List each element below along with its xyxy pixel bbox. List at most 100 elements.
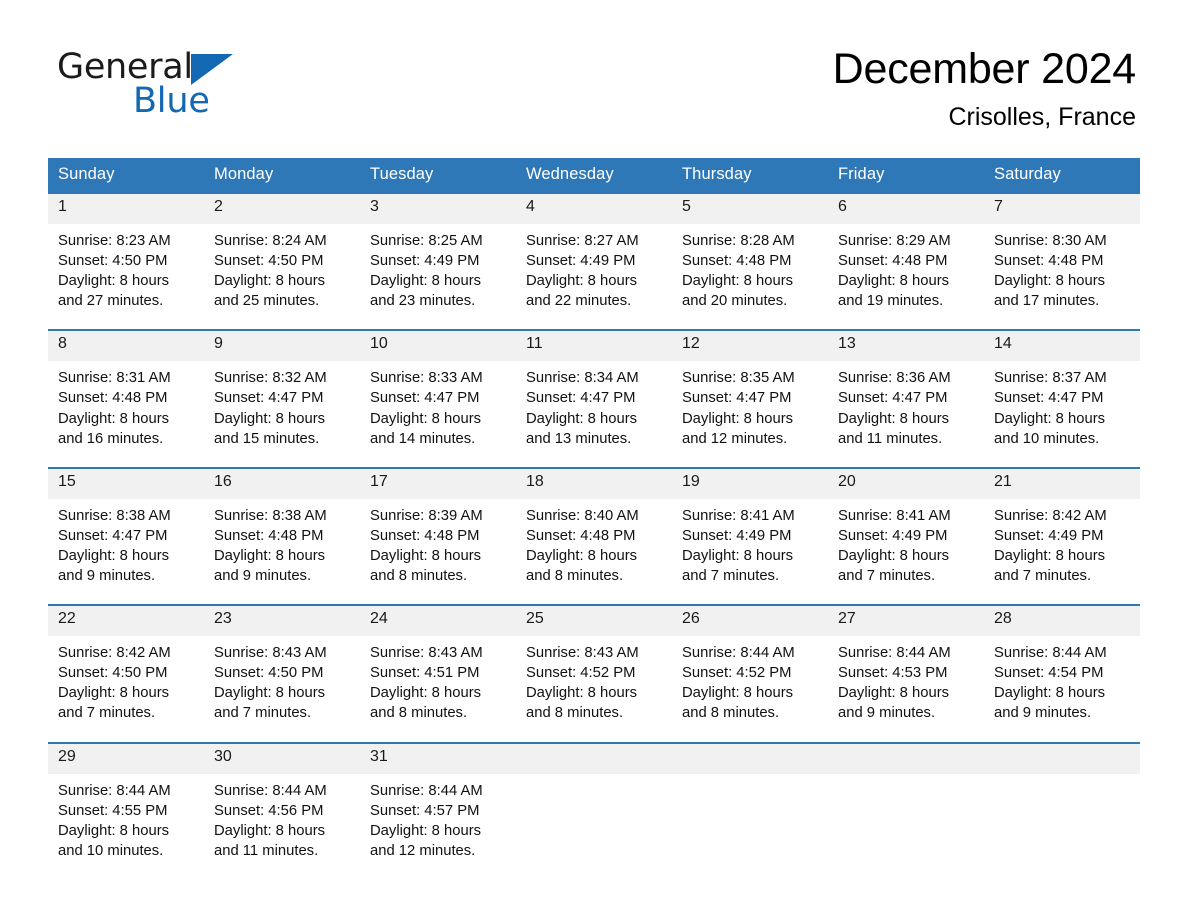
location-subtitle: Crisolles, France [948, 103, 1136, 132]
day-details: Sunrise: 8:27 AM Sunset: 4:49 PM Daylight:… [516, 224, 672, 329]
calendar-week-row: 15 Sunrise: 8:38 AM Sunset: 4:47 PM Dayligh… [48, 466, 1140, 606]
daylight-text-line2: and 15 minutes. [214, 430, 320, 447]
calendar-day-cell[interactable]: 30 Sunrise: 8:44 AM Sunset: 4:56 PM Dayligh… [204, 741, 360, 879]
calendar-day-cell[interactable]: 9 Sunrise: 8:32 AM Sunset: 4:47 PM Daylight… [204, 329, 360, 468]
sunrise-text: Sunrise: 8:41 AM [682, 507, 795, 524]
calendar-day-cell[interactable]: 6 Sunrise: 8:29 AM Sunset: 4:48 PM Daylight… [828, 191, 984, 331]
calendar-day-cell[interactable]: 25 Sunrise: 8:43 AM Sunset: 4:52 PM Dayligh… [516, 604, 672, 743]
calendar-day-cell[interactable]: 17 Sunrise: 8:39 AM Sunset: 4:48 PM Dayligh… [360, 466, 516, 606]
daylight-text-line2: and 17 minutes. [994, 293, 1100, 310]
calendar-day-cell[interactable]: 12 Sunrise: 8:35 AM Sunset: 4:47 PM Dayligh… [672, 329, 828, 468]
calendar-day-cell[interactable]: 24 Sunrise: 8:43 AM Sunset: 4:51 PM Dayligh… [360, 604, 516, 743]
calendar-day-cell[interactable]: 13 Sunrise: 8:36 AM Sunset: 4:47 PM Dayligh… [828, 329, 984, 468]
daylight-text-line2: and 12 minutes. [682, 430, 788, 447]
day-details [672, 774, 828, 869]
generalblue-logo[interactable]: General Blue [57, 50, 233, 119]
daylight-text-line1: Daylight: 8 hours [838, 410, 950, 427]
day-number: 5 [672, 194, 828, 224]
day-details: Sunrise: 8:31 AM Sunset: 4:48 PM Daylight:… [48, 361, 204, 466]
day-details [984, 774, 1140, 869]
sunset-text: Sunset: 4:48 PM [682, 253, 792, 270]
calendar-day-cell[interactable]: 27 Sunrise: 8:44 AM Sunset: 4:53 PM Dayligh… [828, 604, 984, 743]
daylight-text-line1: Daylight: 8 hours [214, 410, 326, 427]
weekday-header-wednesday: Wednesday [516, 158, 672, 193]
weekday-header-friday: Friday [828, 158, 984, 193]
calendar-day-cell[interactable]: 19 Sunrise: 8:41 AM Sunset: 4:49 PM Dayligh… [672, 466, 828, 606]
sunrise-text: Sunrise: 8:43 AM [526, 645, 639, 662]
calendar-day-cell[interactable]: 2 Sunrise: 8:24 AM Sunset: 4:50 PM Daylight… [204, 191, 360, 331]
day-number [984, 743, 1140, 774]
calendar-day-cell[interactable]: 8 Sunrise: 8:31 AM Sunset: 4:48 PM Daylight… [48, 329, 204, 468]
daylight-text-line1: Daylight: 8 hours [682, 273, 794, 290]
sunset-text: Sunset: 4:47 PM [370, 390, 480, 407]
brand-text-blue: Blue [133, 81, 210, 121]
calendar-day-cell[interactable]: 15 Sunrise: 8:38 AM Sunset: 4:47 PM Dayligh… [48, 466, 204, 606]
sunset-text: Sunset: 4:52 PM [682, 665, 792, 682]
sunset-text: Sunset: 4:47 PM [682, 390, 792, 407]
day-details: Sunrise: 8:35 AM Sunset: 4:47 PM Daylight:… [672, 361, 828, 466]
sunrise-text: Sunrise: 8:28 AM [682, 233, 795, 249]
day-number: 1 [48, 194, 204, 224]
calendar-week-row: 29 Sunrise: 8:44 AM Sunset: 4:55 PM Dayligh… [48, 741, 1140, 879]
title-block: December 2024 Crisolles, France [833, 46, 1137, 132]
daylight-text-line1: Daylight: 8 hours [838, 685, 950, 702]
daylight-text-line2: and 10 minutes. [58, 842, 164, 859]
day-details [828, 774, 984, 869]
sunrise-text: Sunrise: 8:39 AM [370, 507, 483, 524]
day-number: 10 [360, 331, 516, 362]
calendar-day-cell[interactable]: 4 Sunrise: 8:27 AM Sunset: 4:49 PM Daylight… [516, 191, 672, 331]
day-number: 4 [516, 194, 672, 224]
calendar-day-cell[interactable]: 18 Sunrise: 8:40 AM Sunset: 4:48 PM Dayligh… [516, 466, 672, 606]
sunset-text: Sunset: 4:49 PM [370, 253, 480, 270]
calendar-day-cell[interactable]: 3 Sunrise: 8:25 AM Sunset: 4:49 PM Daylight… [360, 191, 516, 331]
calendar-header-row: Sunday Monday Tuesday Wednesday Thursday… [48, 158, 1140, 193]
calendar-day-cell[interactable]: 7 Sunrise: 8:30 AM Sunset: 4:48 PM Daylight… [984, 191, 1140, 331]
calendar-day-cell[interactable]: 23 Sunrise: 8:43 AM Sunset: 4:50 PM Dayligh… [204, 604, 360, 743]
day-details: Sunrise: 8:44 AM Sunset: 4:52 PM Daylight:… [672, 636, 828, 741]
daylight-text-line1: Daylight: 8 hours [526, 410, 638, 427]
daylight-text-line2: and 9 minutes. [838, 705, 936, 722]
sunset-text: Sunset: 4:50 PM [214, 665, 324, 682]
sunset-text: Sunset: 4:48 PM [526, 527, 636, 544]
daylight-text-line1: Daylight: 8 hours [682, 547, 794, 564]
calendar-day-cell[interactable]: 22 Sunrise: 8:42 AM Sunset: 4:50 PM Dayligh… [48, 604, 204, 743]
sunrise-text: Sunrise: 8:44 AM [682, 645, 795, 662]
day-details: Sunrise: 8:39 AM Sunset: 4:48 PM Daylight:… [360, 499, 516, 604]
weekday-header-thursday: Thursday [672, 158, 828, 193]
daylight-text-line2: and 10 minutes. [994, 430, 1100, 447]
calendar-day-cell[interactable]: 16 Sunrise: 8:38 AM Sunset: 4:48 PM Dayligh… [204, 466, 360, 606]
calendar-day-cell[interactable]: 31 Sunrise: 8:44 AM Sunset: 4:57 PM Dayligh… [360, 741, 516, 879]
day-number: 6 [828, 194, 984, 224]
calendar-day-cell[interactable]: 5 Sunrise: 8:28 AM Sunset: 4:48 PM Daylight… [672, 191, 828, 331]
day-details: Sunrise: 8:42 AM Sunset: 4:50 PM Daylight:… [48, 636, 204, 741]
sunrise-text: Sunrise: 8:44 AM [994, 645, 1107, 662]
day-details: Sunrise: 8:44 AM Sunset: 4:54 PM Daylight:… [984, 636, 1140, 741]
calendar-day-cell[interactable]: 10 Sunrise: 8:33 AM Sunset: 4:47 PM Dayligh… [360, 329, 516, 468]
day-number [516, 743, 672, 774]
calendar-day-cell[interactable]: 21 Sunrise: 8:42 AM Sunset: 4:49 PM Dayligh… [984, 466, 1140, 606]
daylight-text-line1: Daylight: 8 hours [994, 410, 1106, 427]
triangle-logo-icon [190, 54, 233, 85]
sunrise-text: Sunrise: 8:44 AM [370, 782, 483, 799]
daylight-text-line2: and 8 minutes. [682, 705, 780, 722]
calendar-day-cell[interactable]: 28 Sunrise: 8:44 AM Sunset: 4:54 PM Dayligh… [984, 604, 1140, 743]
daylight-text-line2: and 27 minutes. [58, 293, 164, 310]
sunrise-text: Sunrise: 8:43 AM [370, 645, 483, 662]
daylight-text-line1: Daylight: 8 hours [370, 822, 482, 839]
calendar-day-cell[interactable]: 20 Sunrise: 8:41 AM Sunset: 4:49 PM Dayligh… [828, 466, 984, 606]
sunset-text: Sunset: 4:50 PM [58, 253, 168, 270]
day-details: Sunrise: 8:30 AM Sunset: 4:48 PM Daylight:… [984, 224, 1140, 329]
sunset-text: Sunset: 4:49 PM [838, 527, 948, 544]
calendar-day-cell[interactable]: 14 Sunrise: 8:37 AM Sunset: 4:47 PM Dayligh… [984, 329, 1140, 468]
calendar-day-cell[interactable]: 26 Sunrise: 8:44 AM Sunset: 4:52 PM Dayligh… [672, 604, 828, 743]
sunset-text: Sunset: 4:47 PM [994, 390, 1104, 407]
sunset-text: Sunset: 4:47 PM [838, 390, 948, 407]
day-number: 16 [204, 468, 360, 499]
day-number: 19 [672, 468, 828, 499]
calendar-day-cell[interactable]: 11 Sunrise: 8:34 AM Sunset: 4:47 PM Dayligh… [516, 329, 672, 468]
daylight-text-line2: and 14 minutes. [370, 430, 476, 447]
daylight-text-line1: Daylight: 8 hours [58, 410, 170, 427]
daylight-text-line1: Daylight: 8 hours [214, 547, 326, 564]
calendar-day-cell[interactable]: 29 Sunrise: 8:44 AM Sunset: 4:55 PM Dayligh… [48, 741, 204, 879]
calendar-day-cell[interactable]: 1 Sunrise: 8:23 AM Sunset: 4:50 PM Daylight… [48, 191, 204, 331]
